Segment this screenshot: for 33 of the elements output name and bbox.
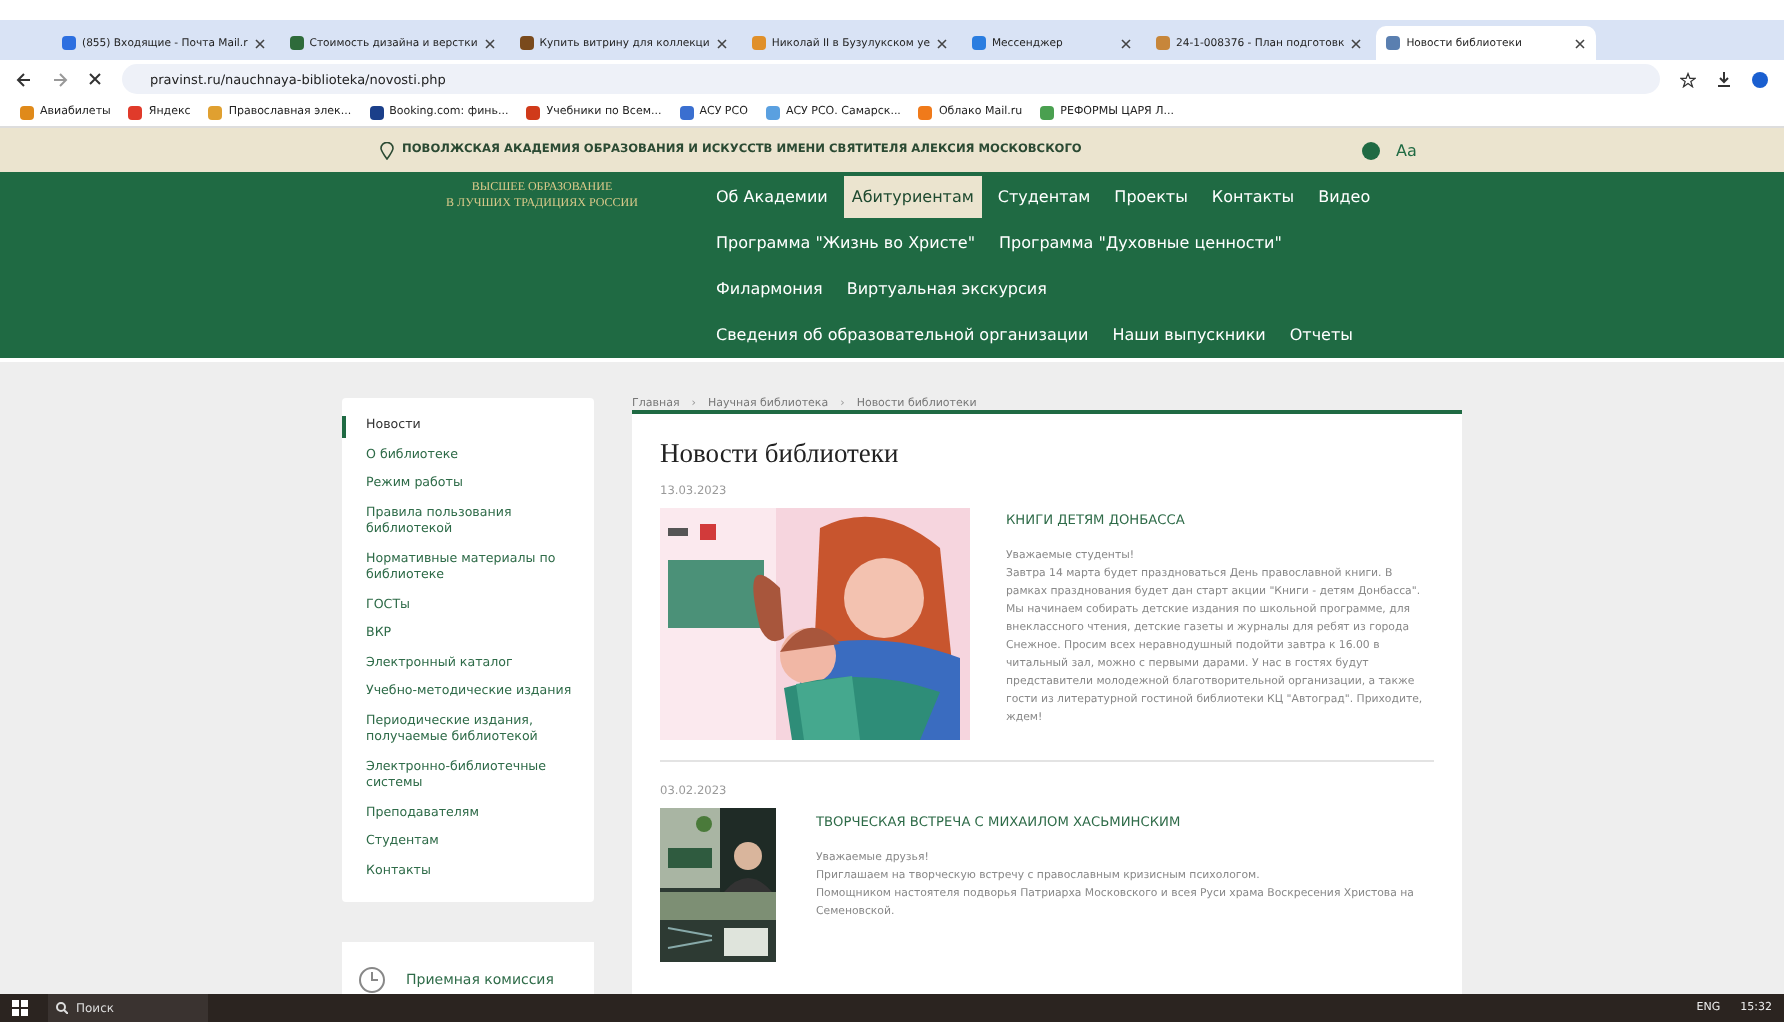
nav-link[interactable]: Программа "Жизнь во Христе"	[708, 222, 983, 264]
font-size-toggle[interactable]: Aa	[1396, 141, 1417, 159]
nav-link[interactable]: Контакты	[1203, 176, 1303, 218]
profile-icon[interactable]	[1752, 71, 1768, 87]
nav-link[interactable]: Наши выпускники	[1104, 314, 1274, 356]
close-icon[interactable]	[483, 37, 496, 49]
nav-link[interactable]: Студентам	[989, 176, 1099, 218]
close-icon[interactable]	[1574, 37, 1587, 49]
windows-icon[interactable]	[12, 1000, 28, 1016]
nav-link[interactable]: Сведения об образовательной организации	[708, 314, 1097, 356]
social-icon[interactable]	[1362, 141, 1380, 159]
back-icon[interactable]	[16, 71, 32, 87]
nav-link[interactable]: Филармония	[708, 268, 831, 310]
nav-link[interactable]: Абитуриентам	[843, 176, 982, 218]
close-icon[interactable]	[1119, 37, 1132, 49]
nav-link[interactable]: Видео	[1310, 176, 1379, 218]
star-icon[interactable]	[1680, 71, 1696, 87]
forward-icon[interactable]	[52, 71, 68, 87]
clock-icon	[358, 966, 386, 994]
nav-link[interactable]: Программа "Духовные ценности"	[991, 222, 1290, 264]
download-icon[interactable]	[1716, 71, 1732, 87]
nav-link[interactable]: Виртуальная экскурсия	[838, 268, 1055, 310]
page-title: Новости библиотеки	[660, 438, 901, 470]
close-icon[interactable]	[88, 72, 102, 86]
close-icon[interactable]	[715, 37, 728, 49]
nav-link[interactable]: Проекты	[1106, 176, 1196, 218]
close-icon[interactable]	[1350, 37, 1363, 49]
location-icon	[380, 141, 394, 159]
search-icon	[56, 1002, 68, 1014]
nav-link[interactable]: Отчеты	[1281, 314, 1361, 356]
close-icon[interactable]	[935, 37, 948, 49]
close-icon[interactable]	[253, 37, 266, 49]
nav-link[interactable]: Об Академии	[708, 176, 836, 218]
